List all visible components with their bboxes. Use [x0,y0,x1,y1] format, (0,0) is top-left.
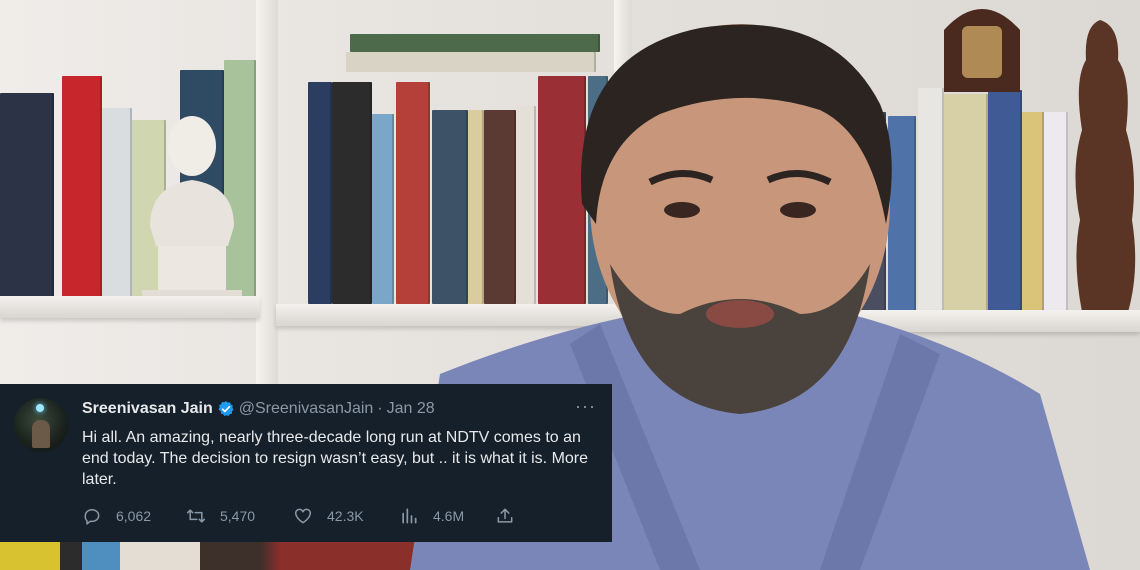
heart-icon [294,508,312,524]
reply-icon [84,509,100,525]
bust-statue [142,116,242,306]
tweet-date[interactable]: Jan 28 [387,400,435,418]
tweet-actions: 6,062 5,470 42.3K 4.6M [82,506,515,526]
views-button[interactable]: 4.6M [399,506,495,526]
more-options-icon[interactable]: ··· [575,396,596,417]
retweet-count: 5,470 [220,508,256,524]
author-avatar[interactable] [14,398,68,452]
share-button[interactable] [495,506,515,526]
like-button[interactable]: 42.3K [293,506,399,526]
views-icon [402,508,417,524]
separator-dot: · [377,400,383,417]
tweet-header: Sreenivasan Jain @SreenivasanJain · Jan … [82,400,435,418]
reply-button[interactable]: 6,062 [82,506,186,526]
view-count: 4.6M [433,508,465,524]
share-icon [497,508,513,523]
retweet-button[interactable]: 5,470 [186,506,293,526]
retweet-icon [186,509,206,523]
reply-count: 6,062 [116,508,152,524]
verified-badge-icon [218,401,234,417]
tweet-text: Hi all. An amazing, nearly three-decade … [82,429,589,488]
author-name[interactable]: Sreenivasan Jain [82,400,213,418]
author-handle[interactable]: @SreenivasanJain [239,400,374,418]
tweet-card[interactable]: Sreenivasan Jain @SreenivasanJain · Jan … [0,384,612,542]
shelf-board [0,296,260,318]
like-count: 42.3K [327,508,364,524]
